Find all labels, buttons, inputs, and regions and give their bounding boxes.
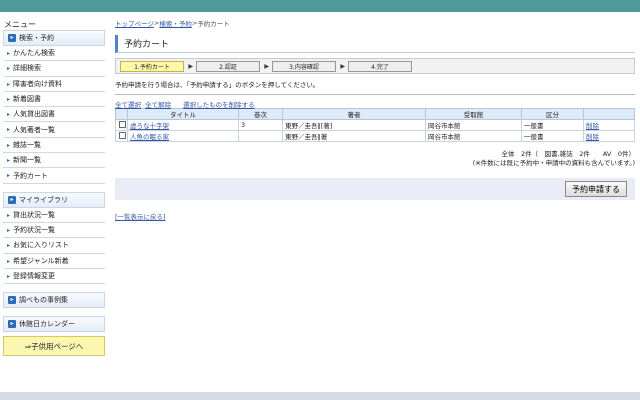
section-icon: ▸ (8, 296, 16, 305)
section-label: マイライブラリ (19, 195, 68, 204)
sidebar-item-profile[interactable]: 登録情報変更 (3, 269, 105, 285)
delete-link[interactable]: 削除 (583, 119, 635, 131)
sidebar-item-magazines[interactable]: 雑誌一覧 (3, 138, 105, 154)
step-complete: 4.完了 (348, 60, 412, 72)
divider (115, 94, 635, 95)
breadcrumb-search[interactable]: 検索・予約 (159, 18, 192, 28)
kids-page-link[interactable]: ⇒子供用ページへ (3, 336, 105, 357)
sidebar-item-reserve-cart[interactable]: 予約カート (3, 168, 105, 184)
section-icon: ▸ (8, 195, 16, 204)
row-checkbox-cell (115, 119, 128, 131)
sidebar-item-simple-search[interactable]: かんたん検索 (3, 46, 105, 62)
sidebar-section-search[interactable]: ▸ 検索・予約 (3, 30, 105, 46)
title-cell: 人魚の眠る家 (127, 130, 239, 142)
sidebar: メニュー ▸ 検索・予約 かんたん検索 詳細検索 障害者向け資料 新着図書 人気… (0, 16, 108, 357)
clear-all-link[interactable]: 全て解除 (145, 101, 171, 109)
row-checkbox-cell (115, 130, 128, 142)
sidebar-item-reserve-status[interactable]: 予約状況一覧 (3, 223, 105, 239)
sidebar-section-mylibrary[interactable]: ▸ マイライブラリ (3, 191, 105, 208)
branch-cell: 岡谷市本館 (425, 130, 522, 142)
action-bar: 予約申請する (115, 178, 635, 200)
col-header-branch: 受取館 (425, 108, 522, 120)
count-note: (※件数には既に予約中・申請中の資料も含んでいます。) (472, 159, 635, 167)
page-title: 予約カート (115, 35, 635, 53)
section-label: 調べもの事例集 (19, 296, 68, 305)
delete-selected-link[interactable]: 選択したものを削除する (183, 101, 255, 109)
sidebar-item-accessible-materials[interactable]: 障害者向け資料 (3, 77, 105, 92)
section-icon: ▸ (8, 320, 16, 329)
col-header-category: 区分 (521, 108, 584, 120)
reserve-submit-button[interactable]: 予約申請する (565, 181, 627, 197)
breadcrumb-home[interactable]: トップページ (115, 18, 154, 28)
col-header-author: 著者 (282, 108, 426, 120)
sidebar-item-popular-authors[interactable]: 人気著者一覧 (3, 122, 105, 138)
sidebar-section-research[interactable]: ▸ 調べもの事例集 (3, 292, 105, 309)
main-content: トップページ > 検索・予約 > 予約カート 予約カート 1.予約カート 2.認… (115, 16, 635, 221)
volume-cell (238, 130, 283, 142)
section-label: 検索・予約 (19, 34, 54, 42)
sidebar-item-favorites[interactable]: お気に入りリスト (3, 238, 105, 254)
cart-table: タイトル 巻次 著者 受取館 区分 虚ろな十字架 3 東野／圭吾‖[著] 岡谷市… (115, 108, 635, 142)
section-label: 休館日カレンダー (19, 320, 75, 329)
step-cart: 1.予約カート (120, 60, 193, 72)
sidebar-section-calendar[interactable]: ▸ 休館日カレンダー (3, 316, 105, 333)
section-icon: ▸ (8, 34, 16, 42)
step-confirm: 3.内容確認 (272, 60, 345, 72)
checkbox-header (115, 108, 128, 120)
row-checkbox[interactable] (119, 120, 126, 128)
top-banner (0, 0, 640, 12)
select-all-link[interactable]: 全て選択 (115, 101, 141, 109)
col-header-action (583, 108, 635, 120)
branch-cell: 岡谷市本館 (425, 119, 522, 131)
back-to-list-link[interactable]: [一覧表示に戻る] (115, 211, 635, 221)
title-link[interactable]: 人魚の眠る家 (130, 133, 169, 141)
sidebar-item-loan-status[interactable]: 貸出状況一覧 (3, 208, 105, 223)
breadcrumb-current: 予約カート (197, 20, 230, 28)
sidebar-item-popular-loans[interactable]: 人気貸出図書 (3, 107, 105, 123)
author-cell: 東野／圭吾‖著 (282, 130, 426, 142)
count-total: 全体 2件（ 図書,雑誌 2件 AV 0件） (501, 150, 635, 158)
footer (0, 392, 640, 400)
volume-cell: 3 (238, 119, 283, 131)
row-checkbox[interactable] (119, 131, 126, 139)
selection-links: 全て選択 全て解除 選択したものを削除する (115, 99, 635, 109)
category-cell: 一般書 (521, 130, 584, 142)
table-row: 虚ろな十字架 3 東野／圭吾‖[著] 岡谷市本館 一般書 削除 (115, 119, 635, 131)
step-auth: 2.認証 (196, 60, 269, 72)
title-cell: 虚ろな十字架 (127, 119, 239, 131)
count-summary: 全体 2件（ 図書,雑誌 2件 AV 0件） (※件数には既に予約中・申請中の資… (115, 150, 635, 168)
step-indicator: 1.予約カート 2.認証 3.内容確認 4.完了 (115, 58, 635, 74)
delete-link[interactable]: 削除 (583, 130, 635, 142)
sidebar-item-detail-search[interactable]: 詳細検索 (3, 61, 105, 77)
author-cell: 東野／圭吾‖[著] (282, 119, 426, 131)
title-link[interactable]: 虚ろな十字架 (130, 122, 169, 130)
instruction-text: 予約申請を行う場合は、「予約申請する」のボタンを押してください。 (115, 81, 320, 89)
table-row: 人魚の眠る家 東野／圭吾‖著 岡谷市本館 一般書 削除 (115, 130, 635, 142)
breadcrumb: トップページ > 検索・予約 > 予約カート (115, 16, 635, 30)
category-cell: 一般書 (521, 119, 584, 131)
sidebar-item-new-books[interactable]: 新着図書 (3, 92, 105, 108)
sidebar-item-genre-new[interactable]: 希望ジャンル新着 (3, 254, 105, 269)
menu-title: メニュー (4, 20, 36, 29)
col-header-volume: 巻次 (238, 108, 283, 120)
sidebar-item-newspapers[interactable]: 新聞一覧 (3, 153, 105, 169)
col-header-title: タイトル (127, 108, 239, 120)
